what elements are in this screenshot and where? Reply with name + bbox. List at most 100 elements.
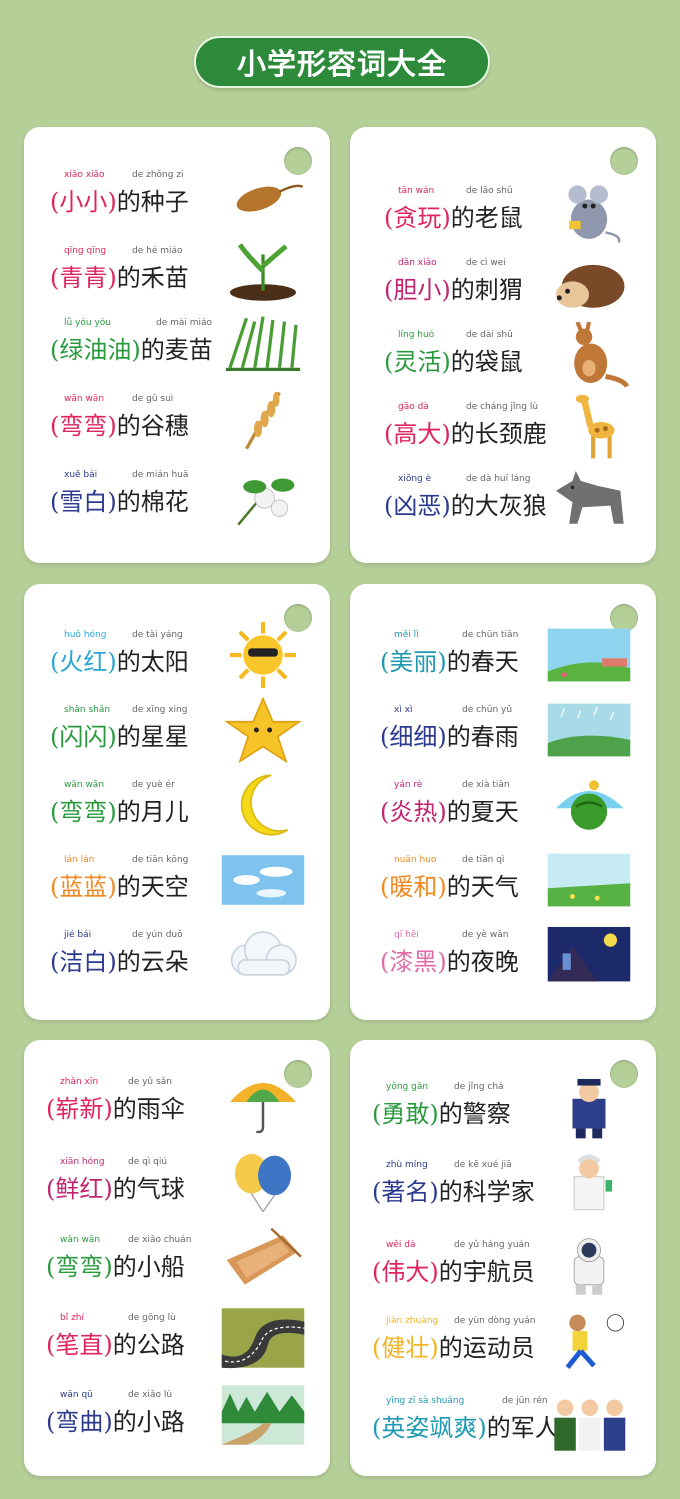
pinyin-adjective: wěi dà [386, 1240, 416, 1250]
vocab-phrase: (漆黑)的夜晚 [380, 942, 519, 977]
cotton-icon [218, 462, 308, 532]
vocab-row: xì xì de chūn yǔ (细细)的春雨 [350, 703, 656, 765]
vocab-row: qī hēi de yè wǎn (漆黑)的夜晚 [350, 926, 656, 990]
vocab-row: shǎn shǎn de xīng xing (闪闪)的星星 [24, 696, 330, 765]
flash-card: yǒng gǎn de jǐng chá (勇敢)的警察 zhù míng de kē … [350, 1040, 656, 1476]
vocab-row: xiōng è de dà huī láng (凶恶)的大灰狼 [350, 470, 656, 534]
open-paren: ( [50, 723, 60, 751]
pinyin-adjective: bǐ zhí [60, 1313, 85, 1323]
close-paren: ) [103, 1175, 113, 1203]
pinyin-adjective: dǎn xiǎo [398, 258, 437, 268]
close-paren: ) [441, 276, 451, 304]
vocab-phrase: (英姿飒爽)的军人 [372, 1408, 559, 1443]
pinyin-adjective: qī hēi [394, 930, 419, 940]
boat-icon [218, 1227, 308, 1297]
open-paren: ( [50, 648, 60, 676]
mouse-icon [544, 178, 634, 248]
adjective: 绿油油 [59, 336, 132, 364]
vocab-row: jié bái de yún duǒ (洁白)的云朵 [24, 930, 330, 990]
open-paren: ( [380, 798, 390, 826]
pinyin-adjective: zhù míng [386, 1160, 428, 1170]
balloon-icon [218, 1149, 308, 1219]
noun-phrase: 的春雨 [446, 723, 519, 751]
cloud-icon [218, 922, 308, 992]
noun-phrase: 的夜晚 [446, 948, 519, 976]
star-icon [218, 696, 308, 767]
pinyin-noun: de chūn yǔ [462, 705, 513, 715]
noun-phrase: 的禾苗 [116, 264, 189, 292]
open-paren: ( [380, 873, 390, 901]
open-paren: ( [380, 723, 390, 751]
vocab-row: lán lán de tiān kōng (蓝蓝)的天空 [24, 855, 330, 915]
page-title: 小学形容词大全 [194, 36, 490, 88]
open-paren: ( [384, 420, 394, 448]
noun-phrase: 的月儿 [116, 798, 189, 826]
pinyin-noun: de cháng jǐng lù [466, 402, 539, 412]
watermelon-icon [544, 772, 634, 842]
vocab-row: huǒ hóng de tài yáng (火红)的太阳 [24, 622, 330, 690]
pinyin-adjective: zhǎn xīn [60, 1077, 99, 1087]
noun-phrase: 的夏天 [446, 798, 519, 826]
pinyin-noun: de tiān qì [462, 855, 505, 865]
vocab-phrase: (凶恶)的大灰狼 [384, 486, 547, 521]
vocab-phrase: (雪白)的棉花 [50, 482, 189, 517]
pinyin-adjective: xiān hóng [60, 1157, 105, 1167]
vocab-row: qīng qīng de hé miáo (青青)的禾苗 [24, 243, 330, 306]
pinyin-noun: de xīng xing [132, 705, 188, 715]
noun-phrase: 的气球 [112, 1175, 185, 1203]
pinyin-noun: de xiǎo lù [128, 1390, 173, 1400]
noun-phrase: 的谷穗 [116, 412, 189, 440]
pinyin-noun: de xià tiān [462, 780, 510, 790]
flash-card: huǒ hóng de tài yáng (火红)的太阳 shǎn shǎn de xī… [24, 584, 330, 1020]
pinyin-noun: de zhǒng zi [132, 170, 184, 180]
vocab-row: dǎn xiǎo de cì wei (胆小)的刺猬 [350, 258, 656, 318]
adjective: 洁白 [59, 948, 108, 976]
pinyin-noun: de yùn dòng yuán [454, 1316, 536, 1326]
close-paren: ) [441, 204, 451, 232]
close-paren: ) [103, 1331, 113, 1359]
pinyin-noun: de qì qiú [128, 1157, 168, 1167]
spring-scene-icon [544, 622, 634, 692]
adjective: 崭新 [55, 1095, 104, 1123]
pinyin-adjective: xuě bái [64, 470, 98, 480]
vocab-phrase: (洁白)的云朵 [50, 942, 189, 977]
open-paren: ( [384, 276, 394, 304]
vocab-row: xiǎo xiǎo de zhǒng zi (小小)的种子 [24, 170, 330, 230]
noun-phrase: 的天空 [116, 873, 189, 901]
open-paren: ( [380, 648, 390, 676]
pinyin-adjective: měi lì [394, 630, 419, 640]
close-paren: ) [441, 348, 451, 376]
vocab-row: wān qū de xiǎo lù (弯曲)的小路 [24, 1385, 330, 1450]
noun-phrase: 的刺猬 [450, 276, 523, 304]
vocab-row: nuǎn huo de tiān qì (暖和)的天气 [350, 853, 656, 915]
adjective: 鲜红 [55, 1175, 104, 1203]
adjective: 英姿飒爽 [381, 1414, 478, 1442]
adjective: 蓝蓝 [59, 873, 108, 901]
pinyin-adjective: qīng qīng [64, 246, 107, 256]
pinyin-adjective: tān wán [398, 186, 435, 196]
pinyin-adjective: shǎn shǎn [64, 705, 111, 715]
open-paren: ( [380, 948, 390, 976]
police-icon [544, 1074, 634, 1144]
noun-phrase: 的小船 [112, 1253, 185, 1281]
giraffe-icon [544, 394, 634, 464]
adjective: 漆黑 [389, 948, 438, 976]
close-paren: ) [107, 723, 117, 751]
close-paren: ) [437, 723, 447, 751]
pinyin-adjective: yán rè [394, 780, 423, 790]
pinyin-adjective: xiǎo xiǎo [64, 170, 105, 180]
close-paren: ) [107, 488, 117, 516]
adjective: 弯曲 [55, 1408, 104, 1436]
adjective: 美丽 [389, 648, 438, 676]
vocab-phrase: (笔直)的公路 [46, 1325, 185, 1360]
noun-phrase: 的公路 [112, 1331, 185, 1359]
vocab-phrase: (火红)的太阳 [50, 642, 189, 677]
vocab-row: lǜ yóu yóu de mài miáo (绿油油)的麦苗 [24, 316, 330, 378]
close-paren: ) [103, 1253, 113, 1281]
adjective: 笔直 [55, 1331, 104, 1359]
pinyin-noun: de mài miáo [156, 318, 213, 328]
close-paren: ) [429, 1100, 439, 1128]
vocab-row: xuě bái de mián huā (雪白)的棉花 [24, 470, 330, 530]
vocab-phrase: (胆小)的刺猬 [384, 270, 523, 305]
noun-phrase: 的太阳 [116, 648, 189, 676]
